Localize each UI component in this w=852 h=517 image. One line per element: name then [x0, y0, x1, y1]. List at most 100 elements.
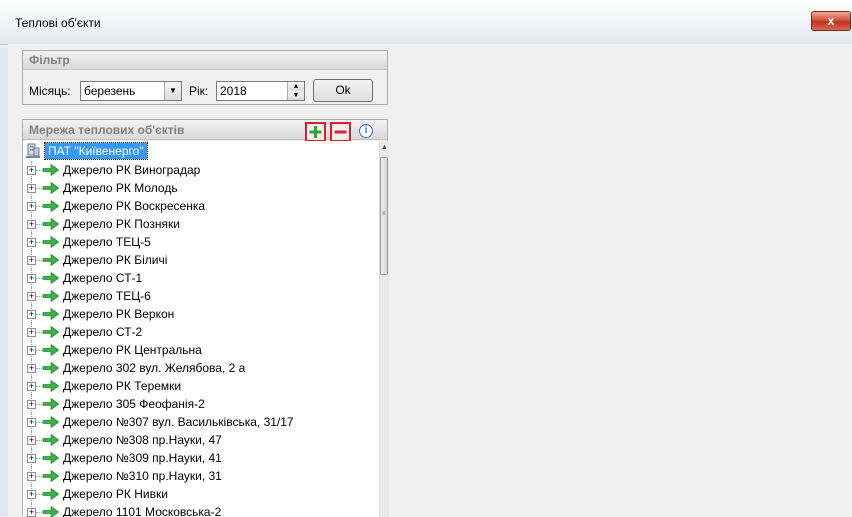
tree-item[interactable]: + Джерело ТЕЦ-6	[23, 287, 363, 305]
expand-icon[interactable]: +	[27, 436, 36, 445]
arrow-right-icon	[42, 506, 59, 517]
arrow-right-icon	[42, 398, 59, 410]
expand-icon[interactable]: +	[27, 310, 36, 319]
grip-icon: ≡	[382, 211, 386, 217]
plus-icon	[309, 126, 322, 138]
minus-icon	[334, 130, 347, 134]
month-label: Місяць:	[29, 84, 71, 98]
expand-icon[interactable]: +	[27, 274, 36, 283]
tree-item-label: Джерело №309 пр.Науки, 41	[63, 451, 222, 465]
ok-button[interactable]: Ok	[313, 79, 373, 102]
expand-icon[interactable]: +	[27, 292, 36, 301]
filter-row: Місяць: березень ▼ Рік: 2018 ▲ ▼ Ok	[23, 79, 387, 103]
expand-icon[interactable]: +	[27, 202, 36, 211]
year-spinner[interactable]: 2018 ▲ ▼	[216, 81, 305, 101]
close-button[interactable]: x	[811, 11, 851, 31]
tree-item[interactable]: + Джерело ТЕЦ-5	[23, 233, 363, 251]
tree-item[interactable]: + Джерело №308 пр.Науки, 47	[23, 431, 363, 449]
arrow-right-icon	[42, 308, 59, 320]
arrow-right-icon	[42, 344, 59, 356]
expand-icon[interactable]: +	[27, 328, 36, 337]
tree-item[interactable]: + Джерело РК Молодь	[23, 179, 363, 197]
tree-item-label: Джерело №307 вул. Васильківська, 31/17	[63, 415, 294, 429]
arrow-right-icon	[42, 326, 59, 338]
tree-item-label: Джерело РК Воскресенка	[63, 199, 206, 213]
expand-icon[interactable]: +	[27, 256, 36, 265]
window-left-border	[0, 48, 8, 516]
expand-icon[interactable]: +	[27, 238, 36, 247]
tree-item[interactable]: + Джерело РК Позняки	[23, 215, 363, 233]
tree-item[interactable]: + Джерело РК Нивки	[23, 485, 363, 503]
arrow-right-icon	[42, 236, 59, 248]
expand-icon[interactable]: +	[27, 166, 36, 175]
arrow-right-icon	[42, 254, 59, 266]
month-select[interactable]: березень ▼	[80, 81, 182, 101]
expand-icon[interactable]: +	[27, 472, 36, 481]
tree-item-label: Джерело 1101 Московська-2	[63, 505, 222, 517]
tree-item[interactable]: + Джерело РК Воскресенка	[23, 197, 363, 215]
organization-icon	[26, 143, 40, 158]
expand-icon[interactable]: +	[27, 490, 36, 499]
arrow-right-icon	[42, 434, 59, 446]
window-titlebar: Теплові об'єкти x	[0, 0, 852, 45]
arrow-right-icon	[42, 182, 59, 194]
tree-item-label: Джерело РК Теремки	[63, 379, 182, 393]
tree-item[interactable]: + Джерело №309 пр.Науки, 41	[23, 449, 363, 467]
add-button[interactable]	[305, 122, 326, 142]
tree-item-label: Джерело ТЕЦ-5	[63, 235, 151, 249]
tree-scrollbar[interactable]: ▲ ≡	[379, 141, 389, 517]
expand-icon[interactable]: +	[27, 454, 36, 463]
arrow-right-icon	[42, 164, 59, 176]
expand-icon[interactable]: +	[27, 382, 36, 391]
tree-item[interactable]: + Джерело 302 вул. Желябова, 2 а	[23, 359, 363, 377]
arrow-right-icon	[42, 362, 59, 374]
window-client-area: Фільтр Місяць: березень ▼ Рік: 2018 ▲ ▼ …	[8, 44, 852, 517]
filter-heading: Фільтр	[23, 51, 387, 70]
expand-icon[interactable]: +	[27, 220, 36, 229]
tree-item[interactable]: + Джерело №307 вул. Васильківська, 31/17	[23, 413, 363, 431]
tree-item-label: Джерело РК Біличі	[63, 253, 168, 267]
info-icon: i	[364, 125, 368, 136]
remove-button[interactable]	[330, 122, 351, 142]
tree-item[interactable]: + Джерело СТ-2	[23, 323, 363, 341]
tree-item[interactable]: + Джерело РК Центральна	[23, 341, 363, 359]
tree-item[interactable]: + Джерело 305 Феофанія-2	[23, 395, 363, 413]
arrow-right-icon	[42, 452, 59, 464]
arrow-right-icon	[42, 416, 59, 428]
network-tree[interactable]: ПАТ "Київенерго" + Джерело РК Виноградар +…	[23, 141, 379, 517]
expand-icon[interactable]: +	[27, 184, 36, 193]
tree-item[interactable]: + Джерело РК Веркон	[23, 305, 363, 323]
heat-network-panel: Мережа теплових об'єктів i ПАТ "Київенер…	[22, 119, 389, 517]
close-icon: x	[827, 13, 835, 28]
tree-item-label: Джерело 302 вул. Желябова, 2 а	[63, 361, 246, 375]
arrow-right-icon	[42, 380, 59, 392]
tree-item-label: Джерело ТЕЦ-6	[63, 289, 151, 303]
scrollbar-thumb[interactable]: ≡	[380, 157, 388, 275]
scroll-up-icon[interactable]: ▲	[380, 141, 389, 155]
expand-icon[interactable]: +	[27, 400, 36, 409]
expand-icon[interactable]: +	[27, 418, 36, 427]
year-value: 2018	[220, 84, 247, 98]
arrow-right-icon	[42, 218, 59, 230]
chevron-down-icon[interactable]: ▼	[164, 82, 181, 100]
tree-root-label[interactable]: ПАТ "Київенерго"	[44, 142, 148, 160]
tree-item[interactable]: + Джерело №310 пр.Науки, 31	[23, 467, 363, 485]
window-title: Теплові об'єкти	[15, 16, 101, 30]
tree-item[interactable]: + Джерело РК Виноградар	[23, 161, 363, 179]
info-button[interactable]: i	[359, 124, 373, 138]
tree-item[interactable]: + Джерело РК Біличі	[23, 251, 363, 269]
expand-icon[interactable]: +	[27, 364, 36, 373]
tree-item-label: Джерело СТ-1	[63, 271, 143, 285]
tree-item[interactable]: + Джерело СТ-1	[23, 269, 363, 287]
arrow-right-icon	[42, 488, 59, 500]
expand-icon[interactable]: +	[27, 346, 36, 355]
tree-item[interactable]: + Джерело РК Теремки	[23, 377, 363, 395]
filter-panel: Фільтр Місяць: березень ▼ Рік: 2018 ▲ ▼ …	[22, 50, 388, 105]
tree-item-label: Джерело РК Центральна	[63, 343, 202, 357]
arrow-right-icon	[42, 272, 59, 284]
tree-item[interactable]: + Джерело 1101 Московська-2	[23, 503, 363, 517]
spin-down-icon[interactable]: ▼	[287, 91, 304, 100]
tree-item-label: Джерело №308 пр.Науки, 47	[63, 433, 222, 447]
tree-item-label: Джерело РК Позняки	[63, 217, 180, 231]
tree-item-label: Джерело №310 пр.Науки, 31	[63, 469, 222, 483]
